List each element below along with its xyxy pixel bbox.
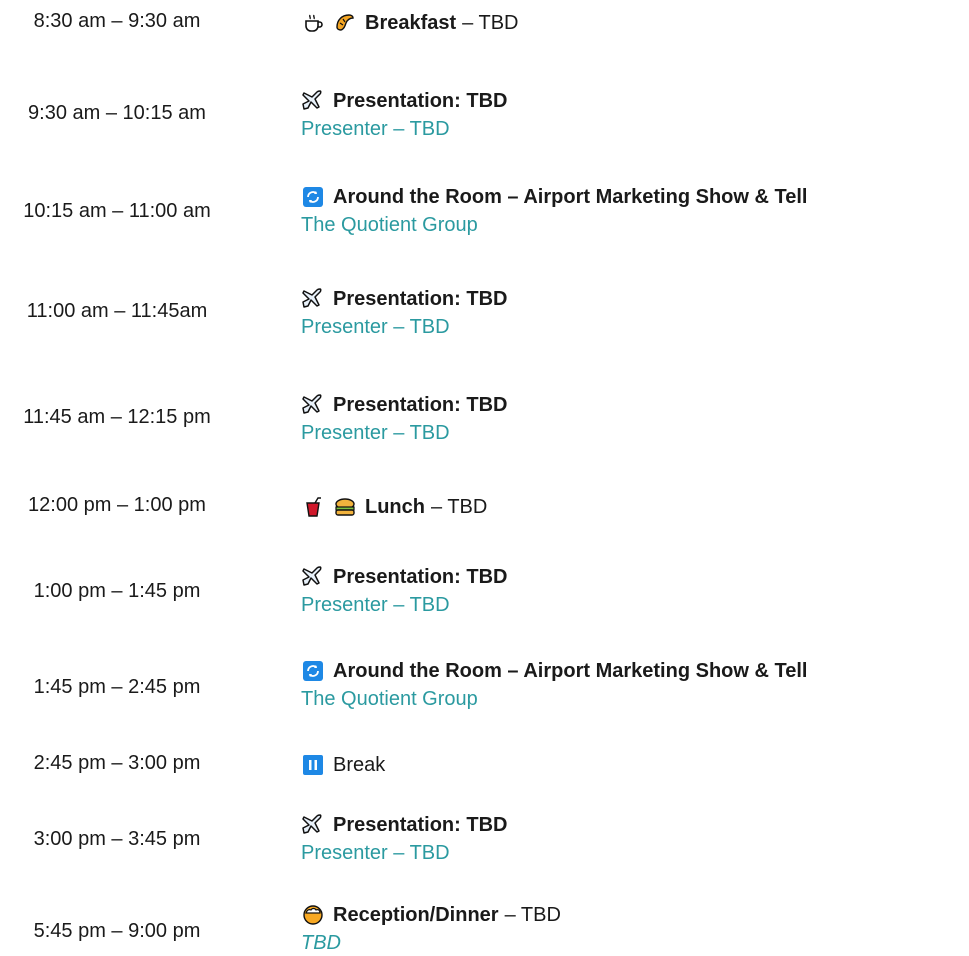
event: Presentation: TBD Presenter – TBD [301, 88, 507, 142]
event-title: Presentation: TBD [333, 566, 508, 588]
event-subtitle: The Quotient Group [301, 688, 478, 710]
event: Around the Room – Airport Marketing Show… [301, 658, 807, 712]
event-subtitle: Presenter – TBD [301, 316, 450, 338]
airplane-icon [301, 565, 325, 589]
repeat-icon [301, 185, 325, 209]
time-slot: 9:30 am – 10:15 am [28, 102, 206, 124]
airplane-icon [301, 89, 325, 113]
time-slot: 1:45 pm – 2:45 pm [33, 676, 201, 698]
event-suffix: – TBD [462, 12, 519, 34]
airplane-icon [301, 813, 325, 837]
event: Lunch – TBD [301, 494, 487, 520]
event: Around the Room – Airport Marketing Show… [301, 184, 807, 238]
time-slot: 8:30 am – 9:30 am [33, 10, 201, 32]
event-subtitle: Presenter – TBD [301, 842, 450, 864]
event-subtitle: Presenter – TBD [301, 118, 450, 140]
event-title: Lunch [365, 496, 425, 518]
airplane-icon [301, 393, 325, 417]
time-slot: 3:00 pm – 3:45 pm [33, 828, 201, 850]
event-subtitle: The Quotient Group [301, 214, 478, 236]
event-suffix: – TBD [431, 496, 488, 518]
croissant-icon [333, 11, 357, 35]
repeat-icon [301, 659, 325, 683]
event: Presentation: TBD Presenter – TBD [301, 812, 507, 866]
event-subtitle: TBD [301, 932, 341, 954]
event-subtitle: Presenter – TBD [301, 594, 450, 616]
time-slot: 11:45 am – 12:15 pm [23, 406, 211, 428]
event-title: Presentation: TBD [333, 90, 508, 112]
time-slot: 12:00 pm – 1:00 pm [28, 494, 206, 516]
event-title: Reception/Dinner [333, 904, 499, 926]
coffee-icon [301, 11, 325, 35]
pause-icon [301, 753, 325, 777]
sandwich-icon [333, 495, 357, 519]
drink-icon [301, 495, 325, 519]
time-slot: 2:45 pm – 3:00 pm [33, 752, 201, 774]
event-suffix: – TBD [504, 904, 561, 926]
time-slot: 1:00 pm – 1:45 pm [33, 580, 201, 602]
event-title: Presentation: TBD [333, 814, 508, 836]
event: Presentation: TBD Presenter – TBD [301, 286, 507, 340]
event: Presentation: TBD Presenter – TBD [301, 564, 507, 618]
time-slot: 5:45 pm – 9:00 pm [33, 920, 201, 942]
time-slot: 11:00 am – 11:45am [26, 300, 208, 322]
event-title: Around the Room – Airport Marketing Show… [333, 186, 808, 208]
agenda-list: 8:30 am – 9:30 am Breakfast – TBD 9:30 a… [0, 0, 969, 954]
airplane-icon [301, 287, 325, 311]
event-title: Around the Room – Airport Marketing Show… [333, 660, 808, 682]
beer-icon [301, 903, 325, 927]
event-title: Presentation: TBD [333, 288, 508, 310]
time-slot: 10:15 am – 11:00 am [23, 200, 211, 222]
event-title: Break [333, 754, 386, 776]
event-title: Breakfast [365, 12, 457, 34]
event-title: Presentation: TBD [333, 394, 508, 416]
event: Breakfast – TBD [301, 10, 519, 36]
event: Reception/Dinner – TBD TBD [301, 902, 561, 956]
event-subtitle: Presenter – TBD [301, 422, 450, 444]
event: Presentation: TBD Presenter – TBD [301, 392, 507, 446]
event: Break [301, 752, 385, 778]
